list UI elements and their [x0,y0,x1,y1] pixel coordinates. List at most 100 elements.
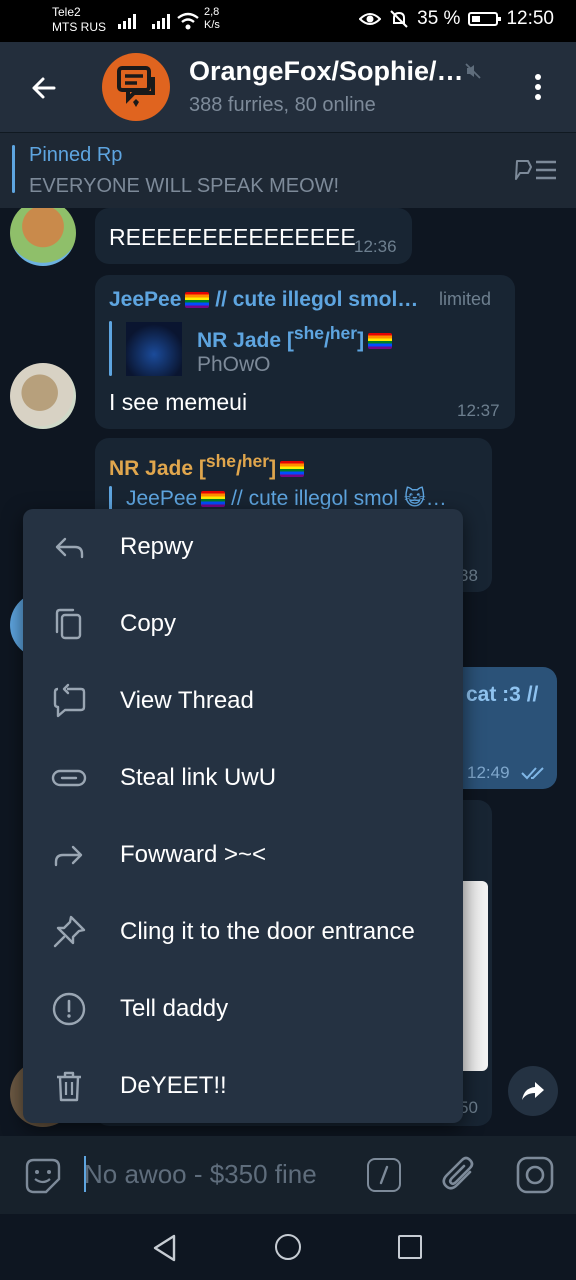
carrier-line-2: MTS RUS [52,20,106,34]
chat-title[interactable]: OrangeFox/Sophie/… [189,56,461,87]
back-arrow-icon[interactable] [26,70,62,106]
menu-item-view-thread[interactable]: View Thread [23,663,463,739]
battery-percent: 35 % [417,8,461,29]
rainbow-flag-icon [280,461,305,478]
sticker-icon[interactable] [24,1157,62,1195]
thread-icon [53,683,86,718]
menu-item-label: Copy [120,610,177,637]
speed-unit: K/s [204,19,220,31]
sender-name-text: JeePee [109,288,182,311]
message-input[interactable]: No awoo - $350 fine [84,1159,317,1190]
member-count: 388 furries, 80 online [189,94,376,116]
menu-item-label: Cling it to the door entrance [120,918,415,945]
pinned-title: Pinned Rp [29,144,123,166]
signal-2-icon [152,13,170,29]
speed-value: 2,8 [204,6,220,18]
menu-item-label: Fowward >~< [120,841,267,868]
pinned-message-bar[interactable]: Pinned Rp EVERYONE WILL SPEAK MEOW! [0,132,576,208]
avatar[interactable] [10,363,76,429]
message-text: REEEEEEEEEEEEEEE [109,224,356,250]
reply-sender-name: NR Jade [197,329,282,352]
sender-name-text: NR Jade [109,457,194,480]
reply-text: PhOwO [197,353,271,376]
menu-item-label: View Thread [120,687,254,714]
copy-icon [55,608,82,640]
pronoun-1: she [293,323,325,343]
carrier-label: Tele2 MTS RUS [52,5,106,35]
more-menu-icon[interactable] [524,70,552,106]
menu-item-label: DeYEET!! [120,1072,227,1099]
message-context-menu: Repwy Copy View Thread Steal link UwU Fo… [23,509,463,1123]
sender-name[interactable]: NR Jade [she/her] [109,451,305,481]
pronoun-1: she [205,451,237,471]
reply-thumbnail [126,322,182,376]
pinned-text: EVERYONE WILL SPEAK MEOW! [29,175,340,197]
sender-suffix: // cute illegol smol… [215,288,419,311]
message-time: 12:36 [354,237,397,256]
pronoun-2: her [241,451,270,471]
link-icon [51,769,87,787]
menu-item-label: Steal link UwU [120,764,277,791]
menu-item-label: Tell daddy [120,995,229,1022]
menu-item-label: Repwy [120,533,194,560]
chat-bubbles-icon [117,66,155,107]
status-right: 35 % 12:50 [359,8,554,30]
bell-muted-icon [390,10,408,28]
chat-header: OrangeFox/Sophie/… 388 furries, 80 onlin… [0,42,576,132]
signal-icon [118,13,136,29]
report-icon [52,992,86,1026]
message-text: cat :3 // [466,683,539,706]
nav-back-icon[interactable] [152,1234,178,1262]
reply-suffix: // cute illegol smol 😺… [231,487,447,510]
nav-home-icon[interactable] [275,1234,301,1260]
menu-item-report[interactable]: Tell daddy [23,971,463,1047]
menu-item-copy[interactable]: Copy [23,586,463,662]
camera-icon[interactable] [516,1156,554,1194]
pronoun-2: her [329,323,358,343]
message-time: 12:37 [457,401,500,420]
menu-item-forward[interactable]: Fowward >~< [23,817,463,893]
nav-recents-icon[interactable] [398,1235,422,1259]
menu-item-copy-link[interactable]: Steal link UwU [23,740,463,816]
pin-icon [53,915,86,948]
status-bar: Tele2 MTS RUS 2,8 K/s 35 % 12:50 [0,0,576,42]
clock: 12:50 [506,8,554,29]
attach-icon[interactable] [442,1156,478,1194]
double-check-icon [521,767,544,780]
battery-icon [468,12,502,26]
reply-sender: NR Jade [she/her] [197,323,393,353]
rainbow-flag-icon [185,292,210,309]
muted-icon [465,63,481,79]
pinned-list-icon[interactable] [514,157,558,183]
message-time: 12:49 [467,763,510,782]
sender-name[interactable]: JeePee // cute illegol smol… [109,288,418,312]
avatar[interactable] [10,208,76,266]
eye-icon [359,13,382,25]
delete-icon [57,1071,81,1102]
message-bubble[interactable]: JeePee // cute illegol smol… limited NR … [95,275,515,429]
group-avatar[interactable] [102,53,170,121]
carrier-line-1: Tele2 [52,5,81,19]
reply-sender-name: JeePee [126,487,198,510]
forward-icon [54,845,83,867]
reply-indicator [109,321,112,376]
menu-item-pin[interactable]: Cling it to the door entrance [23,894,463,970]
rainbow-flag-icon [201,491,226,508]
share-button[interactable] [508,1066,558,1116]
admin-badge: limited [439,289,492,309]
reply-sender: JeePee // cute illegol smol 😺… [126,486,447,511]
message-text: I see memeui [109,389,248,415]
wifi-icon [177,12,199,30]
network-speed: 2,8 K/s [204,6,220,32]
share-arrow-icon [522,1082,544,1100]
reply-icon [55,537,84,559]
rainbow-flag-icon [368,333,393,350]
message-input-bar: No awoo - $350 fine [0,1136,576,1214]
message-bubble[interactable]: REEEEEEEEEEEEEEE 12:36 [95,208,412,264]
menu-item-reply[interactable]: Repwy [23,509,463,585]
pinned-indicator [12,145,15,193]
system-nav-bar [0,1214,576,1280]
menu-item-delete[interactable]: DeYEET!! [23,1048,463,1124]
bot-command-button[interactable] [367,1158,401,1192]
slash-icon [379,1165,389,1185]
